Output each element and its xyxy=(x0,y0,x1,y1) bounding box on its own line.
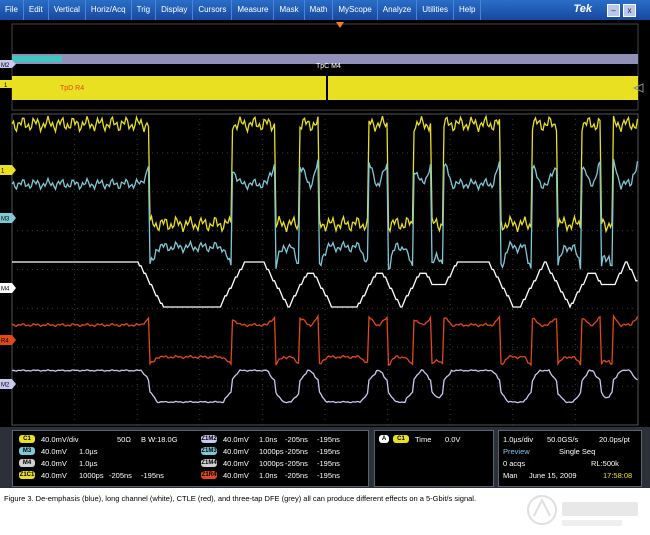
menu-help[interactable]: Help xyxy=(454,0,482,20)
zc1-pos1: -205ns xyxy=(109,471,132,480)
resolution: 20.0ps/pt xyxy=(599,435,630,444)
trigger-position-icon[interactable] xyxy=(336,22,344,28)
zm4-pos1: -205ns xyxy=(285,459,308,468)
zm2-scale: 40.0mV xyxy=(223,435,249,444)
figure-caption: Figure 3. De-emphasis (blue), long chann… xyxy=(4,494,477,503)
acq-count: 0 acqs xyxy=(503,459,526,468)
zm3-scale: 40.0mV xyxy=(223,447,249,456)
zc1-scale: 40.0mV xyxy=(41,471,67,480)
tpc-label: TpC M4 xyxy=(316,63,341,70)
preview-status: Preview xyxy=(503,447,530,456)
trigger-type: Time xyxy=(415,435,432,444)
zc1-pos2: -195ns xyxy=(141,471,164,480)
menu-horiz-acq[interactable]: Horiz/Acq xyxy=(86,0,132,20)
channel-settings-panel[interactable]: C1 40.0mV/div 50Ω B W:18.0G M3 40.0mV 1.… xyxy=(12,430,369,487)
zm4-badge[interactable]: Z1M4 xyxy=(201,459,217,467)
menu-trig[interactable]: Trig xyxy=(132,0,157,20)
overview-plot: TpC M4 TpD R4 M2 1 xyxy=(0,22,644,111)
zm2-time: 1.0ns xyxy=(259,435,278,444)
svg-text:M3: M3 xyxy=(1,217,10,223)
overview-waveform: TpC M4 TpD R4 M2 1 xyxy=(0,20,650,112)
zm2-pos1: -205ns xyxy=(285,435,308,444)
m3-badge[interactable]: M3 xyxy=(19,447,35,455)
zm2-pos2: -195ns xyxy=(317,435,340,444)
timebase: 1.0µs/div xyxy=(503,435,534,444)
svg-text:R4: R4 xyxy=(1,339,9,345)
menu-display[interactable]: Display xyxy=(156,0,194,20)
trigger-source-badge[interactable]: C1 xyxy=(393,435,409,443)
close-button[interactable]: x xyxy=(623,4,636,17)
channel-marker-m3[interactable]: M3 xyxy=(0,213,16,223)
trigger-level: 0.0V xyxy=(445,435,461,444)
menu-edit[interactable]: Edit xyxy=(24,0,49,20)
channel-marker-r4[interactable]: R4 xyxy=(0,335,16,345)
menu-myscope[interactable]: MyScope xyxy=(333,0,378,20)
zr4-scale: 40.0mV xyxy=(223,471,249,480)
m4-scale: 40.0mV xyxy=(41,459,67,468)
zm3-pos2: -195ns xyxy=(317,447,340,456)
zm2-badge[interactable]: Z1M2 xyxy=(201,435,217,443)
info-panel: C1 40.0mV/div 50Ω B W:18.0G M3 40.0mV 1.… xyxy=(0,427,650,488)
main-waveform-area[interactable]: 1 M3 M4 R4 M2 xyxy=(0,112,650,427)
c1-scale: 40.0mV/div xyxy=(41,435,79,444)
zc1-time: 1000ps xyxy=(79,471,104,480)
menu-vertical[interactable]: Vertical xyxy=(49,0,86,20)
r4-trace xyxy=(11,313,639,367)
menu-measure[interactable]: Measure xyxy=(232,0,275,20)
zm4-time: 1000ps xyxy=(259,459,284,468)
tpd-label: TpD R4 xyxy=(60,85,84,92)
zm3-pos1: -205ns xyxy=(285,447,308,456)
svg-text:M4: M4 xyxy=(1,287,10,293)
acq-mode: Single Seq xyxy=(559,447,596,456)
record-length: RL:500k xyxy=(591,459,619,468)
c1-badge[interactable]: C1 xyxy=(19,435,35,443)
m4-time: 1.0µs xyxy=(79,459,98,468)
brand-logo: Tek xyxy=(573,3,592,15)
zc1-badge[interactable]: Z1C1 xyxy=(19,471,35,479)
m3-scale: 40.0mV xyxy=(41,447,67,456)
channel-marker-1[interactable]: 1 xyxy=(0,165,16,175)
zm3-badge[interactable]: Z1M3 xyxy=(201,447,217,455)
zr4-badge[interactable]: Z1R4 xyxy=(201,471,217,479)
zr4-pos2: -195ns xyxy=(317,471,340,480)
trigger-a-badge: A xyxy=(379,435,389,443)
zm4-scale: 40.0mV xyxy=(223,459,249,468)
sample-rate: 50.0GS/s xyxy=(547,435,579,444)
clock: 17:58:08 xyxy=(603,471,633,480)
trigger-panel[interactable]: A C1 Time 0.0V xyxy=(374,430,494,487)
m4-badge[interactable]: M4 xyxy=(19,459,35,467)
menu-bar: File Edit Vertical Horiz/Acq Trig Display Curs… xyxy=(0,0,650,20)
minimize-button[interactable]: – xyxy=(607,4,620,17)
zr4-time: 1.0ns xyxy=(259,471,278,480)
svg-text:M2: M2 xyxy=(1,63,10,69)
menu-file[interactable]: File xyxy=(0,0,24,20)
svg-text:M2: M2 xyxy=(1,383,10,389)
menu-utilities[interactable]: Utilities xyxy=(417,0,454,20)
menu-cursors[interactable]: Cursors xyxy=(193,0,233,20)
acquisition-panel[interactable]: 1.0µs/div 50.0GS/s 20.0ps/pt Preview Sin… xyxy=(498,430,642,487)
zr4-pos1: -205ns xyxy=(285,471,308,480)
date: June 15, 2009 xyxy=(529,471,577,480)
watermark-logo xyxy=(527,495,638,526)
channel-marker-m4[interactable]: M4 xyxy=(0,283,16,293)
main-plot: 1 M3 M4 R4 M2 xyxy=(0,113,639,426)
trigger-mode: Man xyxy=(503,471,518,480)
m3-time: 1.0µs xyxy=(79,447,98,456)
c1-bandwidth: B W:18.0G xyxy=(141,435,178,444)
c1-impedance: 50Ω xyxy=(117,435,131,444)
channel-marker-m2[interactable]: M2 xyxy=(0,379,16,389)
menu-mask[interactable]: Mask xyxy=(274,0,305,20)
menu-math[interactable]: Math xyxy=(305,0,334,20)
overview-ch1-band xyxy=(12,76,638,100)
menu-analyze[interactable]: Analyze xyxy=(378,0,418,20)
overview-m3-band xyxy=(12,56,62,62)
zm4-pos2: -195ns xyxy=(317,459,340,468)
zm3-time: 1000ps xyxy=(259,447,284,456)
